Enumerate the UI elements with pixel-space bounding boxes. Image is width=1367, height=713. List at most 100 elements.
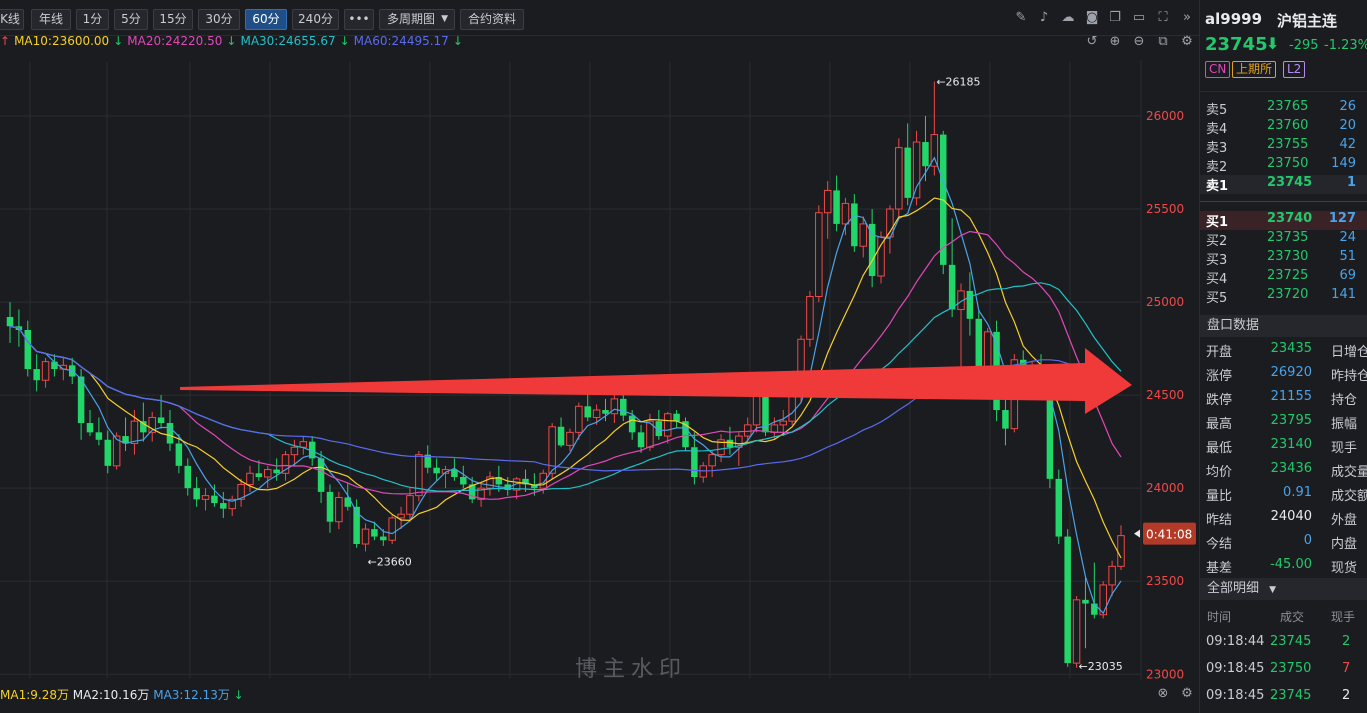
- contract-info-button[interactable]: 合约资料: [460, 9, 524, 30]
- candle-body: [6, 316, 14, 327]
- collapse-right-icon[interactable]: »: [1179, 10, 1195, 26]
- bid-row[interactable]: 买2 23735 24: [1200, 230, 1367, 249]
- ask-row[interactable]: 卖5 23765 26: [1200, 99, 1367, 118]
- ask-row[interactable]: 卖2 23750 149: [1200, 156, 1367, 175]
- vol-ma3-label: MA3:12.13万: [153, 688, 230, 702]
- bid-row[interactable]: 买4 23725 69: [1200, 268, 1367, 287]
- trade-row: 09:18:45 23745 2: [1206, 688, 1367, 707]
- pankou-row: 量比 0.91 成交额: [1206, 485, 1367, 504]
- arrow-down-icon: ↓: [113, 34, 124, 48]
- candle-body: [575, 405, 583, 433]
- last-price: 23745: [1205, 34, 1268, 55]
- candle-body: [104, 439, 112, 466]
- pankou-right-label: 日增仓: [1331, 345, 1367, 360]
- bid-row[interactable]: 买1 23740 127: [1200, 211, 1367, 230]
- candle-body: [602, 410, 609, 414]
- book-price: 23765: [1267, 99, 1309, 114]
- ma60-label: MA60:24495.17: [353, 34, 449, 48]
- price-change: -295: [1289, 38, 1319, 53]
- vol-ma1-label: MA1:9.28万: [0, 688, 69, 702]
- symbol-name: 沪铝主连: [1277, 12, 1338, 30]
- undo-icon[interactable]: ↺: [1084, 34, 1100, 50]
- candle-body: [841, 202, 850, 225]
- cloud-icon[interactable]: ☁: [1060, 10, 1076, 26]
- book-volume: 42: [1339, 137, 1356, 152]
- y-tick-label: 26000: [1146, 109, 1184, 123]
- candle-body: [1002, 410, 1009, 429]
- period-kline-button[interactable]: K线: [0, 9, 24, 30]
- candle-body: [220, 503, 227, 509]
- pankou-right-label: 振幅: [1331, 417, 1358, 432]
- candle-body: [1046, 395, 1054, 479]
- book-volume: 24: [1339, 230, 1356, 245]
- monitor-icon[interactable]: ▭: [1131, 10, 1147, 26]
- pankou-right-label: 成交额: [1331, 489, 1367, 504]
- book-level-label: 卖2: [1206, 160, 1228, 175]
- period-5min-button[interactable]: 5分: [114, 9, 148, 30]
- trade-time: 09:18:45: [1206, 688, 1265, 703]
- candle-body: [663, 413, 672, 437]
- period-60min-button[interactable]: 60分: [245, 9, 287, 30]
- zoom-in-icon[interactable]: ⊕: [1107, 34, 1123, 50]
- candle-body: [877, 236, 885, 277]
- arrow-down-icon: ↓: [452, 34, 463, 48]
- period-240min-button[interactable]: 240分: [292, 9, 339, 30]
- multi-period-dropdown[interactable]: 多周期图 ▼: [379, 9, 455, 30]
- watermark-text: 博主水印: [575, 657, 687, 680]
- y-tick-label: 25500: [1146, 202, 1184, 216]
- close-icon[interactable]: ⊗: [1155, 686, 1171, 702]
- pankou-label: 量比: [1206, 489, 1233, 504]
- pankou-row: 最低 23140 现手: [1206, 437, 1367, 456]
- pankou-right-label: 现货: [1331, 561, 1358, 576]
- candle-body: [868, 223, 876, 277]
- bell-icon[interactable]: ♪: [1036, 10, 1052, 26]
- pankou-value: -45.00: [1270, 557, 1312, 572]
- price-change-pct: -1.23%: [1324, 38, 1367, 53]
- layout-icon[interactable]: ⧉: [1155, 34, 1171, 50]
- candle-body: [620, 398, 627, 416]
- trade-price: 23750: [1270, 661, 1312, 676]
- candle-body: [1072, 599, 1081, 664]
- trade-row: 09:18:44 23745 2: [1206, 634, 1367, 653]
- more-periods-button[interactable]: •••: [344, 9, 374, 30]
- ma-legend: ↑ MA10:23600.00 ↓ MA20:24220.50 ↓ MA30:24655.…: [0, 34, 467, 50]
- ma20-label: MA20:24220.50: [127, 34, 223, 48]
- pankou-row: 跌停 21155 持仓: [1206, 389, 1367, 408]
- settings-icon[interactable]: ⚙: [1179, 34, 1195, 50]
- details-header[interactable]: 全部明细 ▼: [1200, 578, 1367, 600]
- extreme-price-label: ←23035: [1079, 660, 1123, 673]
- ask-row[interactable]: 卖4 23760 20: [1200, 118, 1367, 137]
- trade-time: 09:18:45: [1206, 661, 1265, 676]
- period-15min-button[interactable]: 15分: [153, 9, 193, 30]
- ask-row[interactable]: 卖3 23755 42: [1200, 137, 1367, 156]
- candle-body: [371, 529, 378, 537]
- zoom-out-icon[interactable]: ⊖: [1131, 34, 1147, 50]
- period-30min-button[interactable]: 30分: [198, 9, 240, 30]
- camera-icon[interactable]: ◙: [1084, 10, 1100, 26]
- bid-row[interactable]: 买5 23720 141: [1200, 287, 1367, 306]
- candle-body: [157, 417, 165, 424]
- pankou-value: 26920: [1270, 365, 1312, 380]
- pankou-label: 均价: [1206, 465, 1233, 480]
- ask-row[interactable]: 卖1 23745 1: [1200, 175, 1367, 194]
- period-1min-button[interactable]: 1分: [76, 9, 109, 30]
- pankou-value: 24040: [1270, 509, 1312, 524]
- candle-body: [41, 361, 50, 381]
- candle-body: [895, 147, 903, 210]
- bid-row[interactable]: 买3 23730 51: [1200, 249, 1367, 268]
- period-year-button[interactable]: 年线: [31, 9, 71, 30]
- y-tick-label: 23500: [1146, 574, 1184, 588]
- candlestick-chart[interactable]: ←26185 ←23660 ←23035 0:41:08 博主水印 23000 23500…: [0, 60, 1199, 680]
- book-volume: 1: [1346, 175, 1356, 190]
- candle-body: [815, 212, 823, 297]
- copy-icon[interactable]: ❐: [1107, 10, 1123, 26]
- book-level-label: 卖1: [1206, 179, 1229, 194]
- candle-body: [859, 223, 867, 247]
- book-price: 23745: [1267, 175, 1313, 190]
- fullscreen-icon[interactable]: ⛶: [1155, 10, 1171, 26]
- trade-price: 23745: [1270, 634, 1312, 649]
- settings-icon[interactable]: ⚙: [1179, 686, 1195, 702]
- draw-pen-icon[interactable]: ✎: [1013, 10, 1029, 26]
- y-tick-label: 23000: [1146, 667, 1184, 680]
- extreme-price-label: ←23660: [368, 555, 412, 568]
